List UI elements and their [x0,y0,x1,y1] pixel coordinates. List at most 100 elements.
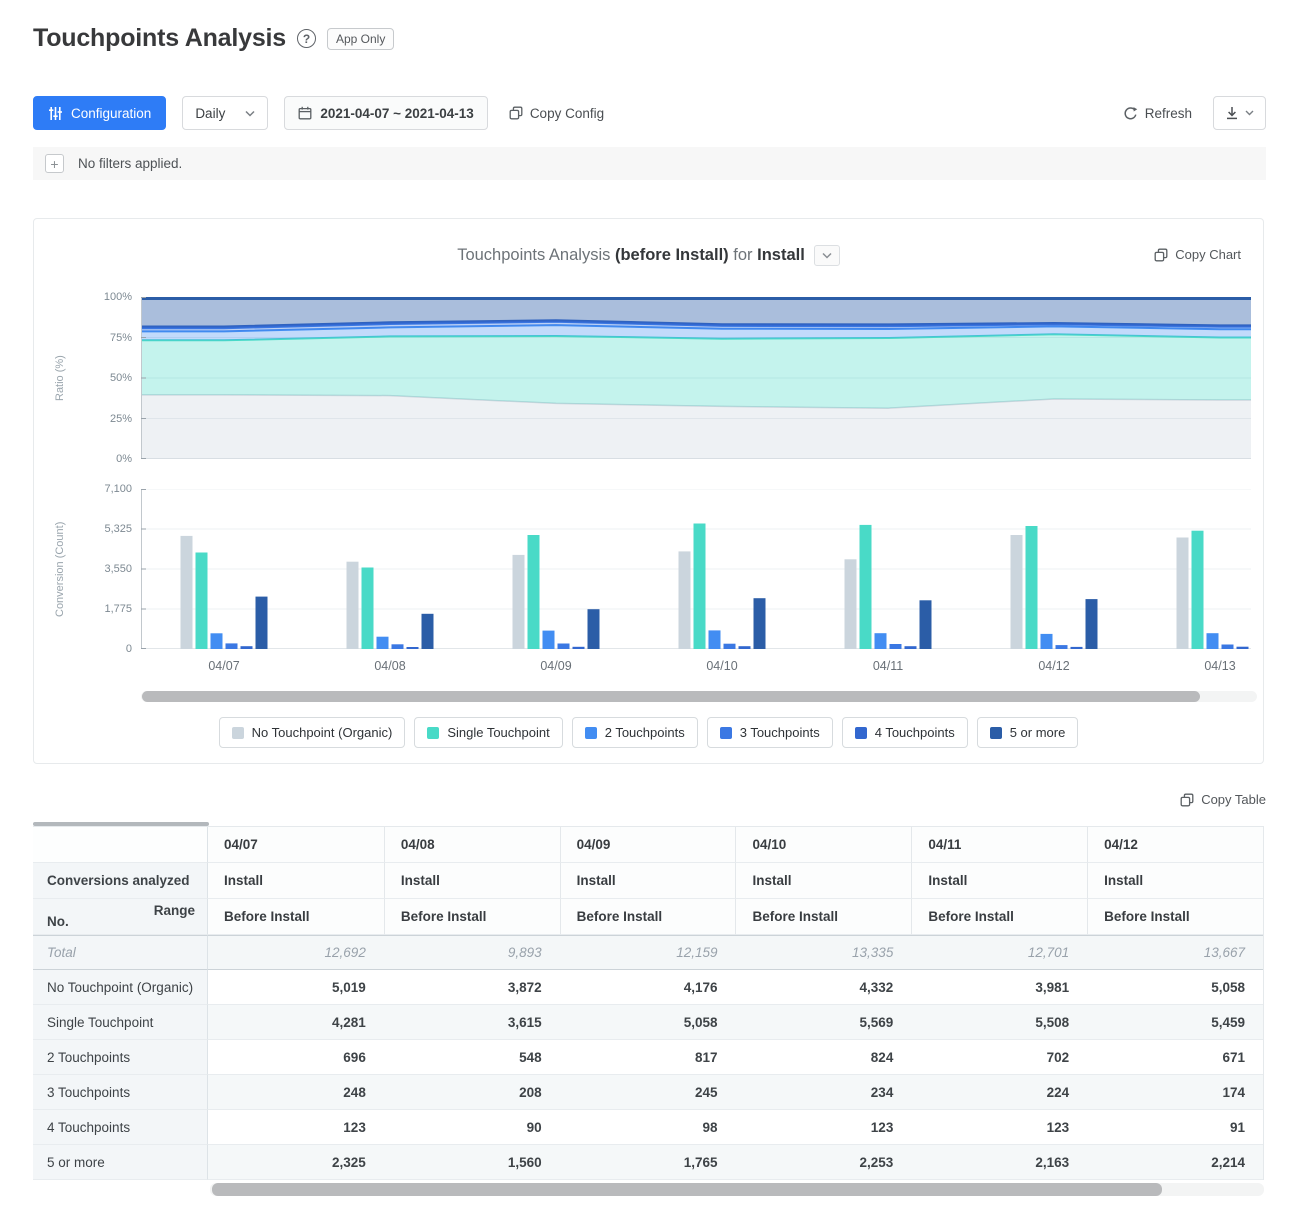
ratio-tick-label: 25% [74,413,132,425]
legend-item-2-touchpoints[interactable]: 2 Touchpoints [572,717,698,748]
copy-config-label: Copy Config [530,106,604,121]
value-cell: 245 [560,1075,736,1110]
table-header-dates-row: 04/0704/0804/0904/1004/1104/12 [33,827,1263,863]
ratio-tick-label: 0% [74,453,132,465]
help-icon[interactable]: ? [297,29,316,48]
conversion-value-cell: Install [1087,863,1263,899]
table-row-4-touchpoints: 4 Touchpoints123909812312391 [33,1110,1263,1145]
table-corner-cell [33,827,208,863]
legend-item-5-or-more[interactable]: 5 or more [977,717,1079,748]
conversion-value-cell: Install [384,863,560,899]
chart-title-row: Touchpoints Analysis (before Install) fo… [34,245,1263,266]
count-tick-label: 1,775 [74,603,132,615]
no-range-header-cell: RangeNo. [33,899,208,935]
chart-title: Touchpoints Analysis (before Install) fo… [457,246,805,265]
value-cell: 91 [1087,1110,1263,1145]
value-cell: 12,159 [560,935,736,970]
legend-item-3-touchpoints[interactable]: 3 Touchpoints [707,717,833,748]
legend-label: Single Touchpoint [447,725,549,740]
value-cell: 1,560 [384,1145,560,1180]
legend-swatch-single-touchpoint [427,727,439,739]
legend-label: No Touchpoint (Organic) [252,725,393,740]
value-cell: 5,508 [911,1005,1087,1040]
count-tick-label: 3,550 [74,563,132,575]
legend-item-no-touchpoint-organic[interactable]: No Touchpoint (Organic) [219,717,406,748]
range-value-cell: Before Install [208,899,384,935]
legend-item-4-touchpoints[interactable]: 4 Touchpoints [842,717,968,748]
copy-table-button[interactable]: Copy Table [1180,792,1266,807]
configuration-button[interactable]: Configuration [33,96,166,130]
granularity-select[interactable]: Daily [182,96,268,130]
value-cell: 548 [384,1040,560,1075]
range-value-cell: Before Install [384,899,560,935]
value-cell: 5,569 [735,1005,911,1040]
value-cell: 702 [911,1040,1087,1075]
value-cell: 90 [384,1110,560,1145]
table-row-total: Total12,6929,89312,15913,33512,70113,667 [33,935,1263,970]
copy-chart-button[interactable]: Copy Chart [1154,247,1241,262]
value-cell: 5,019 [208,970,384,1005]
legend-swatch-3-touchpoints [720,727,732,739]
value-cell: 123 [911,1110,1087,1145]
table-row-2-touchpoints: 2 Touchpoints696548817824702671 [33,1040,1263,1075]
chevron-down-icon [245,110,255,117]
legend-swatch-5-or-more [990,727,1002,739]
download-button[interactable] [1213,96,1266,130]
x-axis-label: 04/08 [355,659,425,673]
table-top-scroll-indicator [33,822,209,826]
date-range-picker[interactable]: 2021-04-07 ~ 2021-04-13 [284,96,488,130]
add-filter-button[interactable]: + [45,154,64,173]
range-label: Range [154,903,195,918]
value-cell: 5,058 [560,1005,736,1040]
refresh-button[interactable]: Refresh [1123,106,1192,121]
ratio-tick-label: 75% [74,332,132,344]
page-header: Touchpoints Analysis ? App Only [33,24,394,53]
count-tick-label: 5,325 [74,523,132,535]
conversion-value-cell: Install [735,863,911,899]
chart-scrollbar-track[interactable] [141,691,1257,702]
table-scrollbar-thumb[interactable] [212,1183,1162,1196]
value-cell: 3,981 [911,970,1087,1005]
legend-label: 5 or more [1010,725,1066,740]
ratio-tick-label: 50% [74,372,132,384]
granularity-value: Daily [195,106,225,121]
value-cell: 2,253 [735,1145,911,1180]
value-cell: 5,058 [1087,970,1263,1005]
app-only-badge: App Only [327,28,394,50]
value-cell: 224 [911,1075,1087,1110]
date-header-cell: 04/12 [1087,827,1263,863]
count-tick-label: 7,100 [74,483,132,495]
row-label: Total [33,935,208,970]
chevron-down-icon [1245,110,1254,116]
date-header-cell: 04/09 [560,827,736,863]
value-cell: 208 [384,1075,560,1110]
value-cell: 13,335 [735,935,911,970]
legend-item-single-touchpoint[interactable]: Single Touchpoint [414,717,562,748]
value-cell: 3,872 [384,970,560,1005]
legend-swatch-no-touchpoint-organic [232,727,244,739]
range-value-cell: Before Install [560,899,736,935]
row-label: 4 Touchpoints [33,1110,208,1145]
conversion-bar-chart [141,489,1251,649]
toolbar: Configuration Daily 2021-04-07 ~ 2021-04… [33,96,1266,130]
copy-config-button[interactable]: Copy Config [509,106,604,121]
table-scrollbar-track[interactable] [210,1183,1264,1196]
legend-swatch-2-touchpoints [585,727,597,739]
table-header-conversions-row: Conversions analyzedInstallInstallInstal… [33,863,1263,899]
value-cell: 817 [560,1040,736,1075]
value-cell: 3,615 [384,1005,560,1040]
row-label: Single Touchpoint [33,1005,208,1040]
chart-target-dropdown[interactable] [814,245,840,266]
table-row-5-or-more: 5 or more2,3251,5601,7652,2532,1632,214 [33,1145,1263,1180]
date-range-value: 2021-04-07 ~ 2021-04-13 [320,106,474,121]
range-value-cell: Before Install [735,899,911,935]
value-cell: 13,667 [1087,935,1263,970]
value-cell: 248 [208,1075,384,1110]
copy-icon [509,106,523,120]
value-cell: 1,765 [560,1145,736,1180]
value-cell: 123 [208,1110,384,1145]
chart-scrollbar-thumb[interactable] [142,691,1200,702]
range-value-cell: Before Install [1087,899,1263,935]
ratio-area-chart [141,297,1251,459]
copy-table-label: Copy Table [1201,792,1266,807]
